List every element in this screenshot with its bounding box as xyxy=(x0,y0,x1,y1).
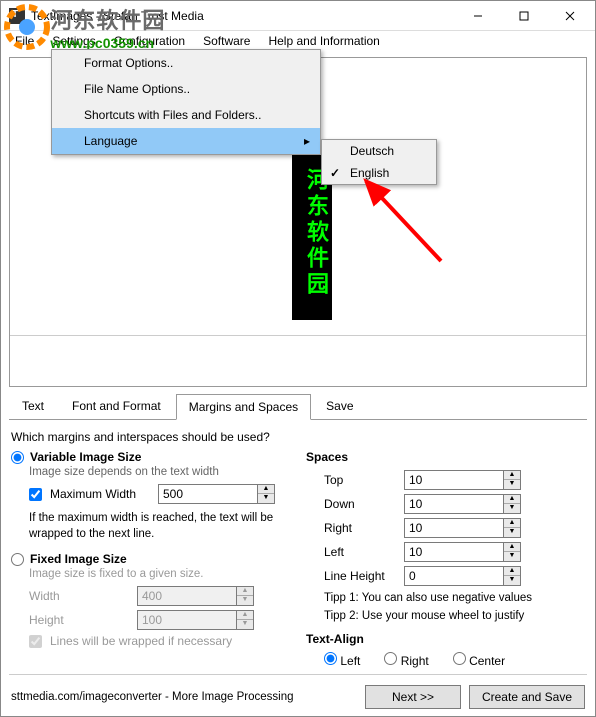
lineheight-label: Line Height xyxy=(324,569,396,583)
down-label: Down xyxy=(324,497,396,511)
lang-deutsch[interactable]: Deutsch xyxy=(322,140,436,162)
tipp2: Tipp 2: Use your mouse wheel to justify xyxy=(324,610,585,622)
max-width-note: If the maximum width is reached, the tex… xyxy=(29,510,290,542)
checkbox-wrap xyxy=(29,635,42,648)
height-up: ▲ xyxy=(237,611,253,620)
radio-align-right[interactable] xyxy=(384,652,397,665)
left-column: Variable Image Size Image size depends o… xyxy=(11,450,290,668)
menu-language[interactable]: Language ▸ xyxy=(52,128,320,154)
height-down: ▼ xyxy=(237,620,253,629)
top-label: Top xyxy=(324,473,396,487)
width-input xyxy=(137,586,237,606)
radio-align-center[interactable] xyxy=(453,652,466,665)
right-down[interactable]: ▼ xyxy=(504,528,520,537)
spaces-heading: Spaces xyxy=(306,450,585,464)
tab-bar: Text Font and Format Margins and Spaces … xyxy=(9,393,587,419)
radio-align-left[interactable] xyxy=(324,652,337,665)
question-label: Which margins and interspaces should be … xyxy=(11,430,585,444)
close-button[interactable] xyxy=(547,2,593,30)
right-column: Spaces Top▲▼ Down▲▼ Right▲▼ Left▲▼ Line … xyxy=(306,450,585,668)
create-save-button[interactable]: Create and Save xyxy=(469,685,585,709)
max-width-up[interactable]: ▲ xyxy=(258,485,274,494)
menubar: File Settings Configuration Software Hel… xyxy=(1,31,595,51)
checkbox-max-width[interactable] xyxy=(29,488,42,501)
language-submenu: Deutsch English xyxy=(321,139,437,185)
left-down[interactable]: ▼ xyxy=(504,552,520,561)
radio-variable-size[interactable] xyxy=(11,451,24,464)
max-width-down[interactable]: ▼ xyxy=(258,494,274,503)
tab-margins[interactable]: Margins and Spaces xyxy=(176,394,311,420)
top-input[interactable] xyxy=(404,470,504,490)
right-label: Right xyxy=(324,521,396,535)
minimize-button[interactable] xyxy=(455,2,501,30)
lang-english[interactable]: English xyxy=(322,162,436,184)
window-title: TextImages - Stefan Trost Media xyxy=(31,9,455,23)
align-left-label: Left xyxy=(340,654,360,668)
top-down[interactable]: ▼ xyxy=(504,480,520,489)
lh-down[interactable]: ▼ xyxy=(504,576,520,585)
submenu-arrow-icon: ▸ xyxy=(304,134,310,148)
footer: sttmedia.com/imageconverter - More Image… xyxy=(1,681,595,717)
tab-text[interactable]: Text xyxy=(9,393,57,419)
menu-language-label: Language xyxy=(84,134,137,148)
top-up[interactable]: ▲ xyxy=(504,471,520,480)
lineheight-input[interactable] xyxy=(404,566,504,586)
align-heading: Text-Align xyxy=(306,632,585,646)
wrap-label: Lines will be wrapped if necessary xyxy=(50,634,232,648)
menu-configuration[interactable]: Configuration xyxy=(106,32,193,50)
right-up[interactable]: ▲ xyxy=(504,519,520,528)
menu-shortcuts[interactable]: Shortcuts with Files and Folders.. xyxy=(52,102,320,128)
menu-software[interactable]: Software xyxy=(195,32,258,50)
width-label: Width xyxy=(29,589,129,603)
configuration-dropdown: Format Options.. File Name Options.. Sho… xyxy=(51,49,321,155)
height-label: Height xyxy=(29,613,129,627)
maximize-button[interactable] xyxy=(501,2,547,30)
max-width-label: Maximum Width xyxy=(50,487,150,501)
fixed-size-sub: Image size is fixed to a given size. xyxy=(29,568,290,580)
variable-size-label: Variable Image Size xyxy=(30,450,141,464)
align-center-label: Center xyxy=(469,654,505,668)
variable-size-sub: Image size depends on the text width xyxy=(29,466,290,478)
down-down[interactable]: ▼ xyxy=(504,504,520,513)
menu-help[interactable]: Help and Information xyxy=(260,32,387,50)
left-up[interactable]: ▲ xyxy=(504,543,520,552)
height-input xyxy=(137,610,237,630)
titlebar: TextImages - Stefan Trost Media xyxy=(1,1,595,31)
menu-file[interactable]: File xyxy=(7,32,42,50)
menu-format-options[interactable]: Format Options.. xyxy=(52,50,320,76)
menu-filename-options[interactable]: File Name Options.. xyxy=(52,76,320,102)
lh-up[interactable]: ▲ xyxy=(504,567,520,576)
width-down: ▼ xyxy=(237,596,253,605)
left-input[interactable] xyxy=(404,542,504,562)
right-input[interactable] xyxy=(404,518,504,538)
align-right-label: Right xyxy=(401,654,429,668)
fixed-size-label: Fixed Image Size xyxy=(30,552,127,566)
left-label: Left xyxy=(324,545,396,559)
tab-font[interactable]: Font and Format xyxy=(59,393,174,419)
app-icon xyxy=(9,8,25,24)
width-up: ▲ xyxy=(237,587,253,596)
footer-link[interactable]: sttmedia.com/imageconverter - More Image… xyxy=(11,691,357,703)
down-up[interactable]: ▲ xyxy=(504,495,520,504)
radio-fixed-size[interactable] xyxy=(11,553,24,566)
menu-settings[interactable]: Settings xyxy=(44,32,103,50)
down-input[interactable] xyxy=(404,494,504,514)
tipp1: Tipp 1: You can also use negative values xyxy=(324,592,585,604)
max-width-input[interactable] xyxy=(158,484,258,504)
next-button[interactable]: Next >> xyxy=(365,685,461,709)
tab-save[interactable]: Save xyxy=(313,393,366,419)
